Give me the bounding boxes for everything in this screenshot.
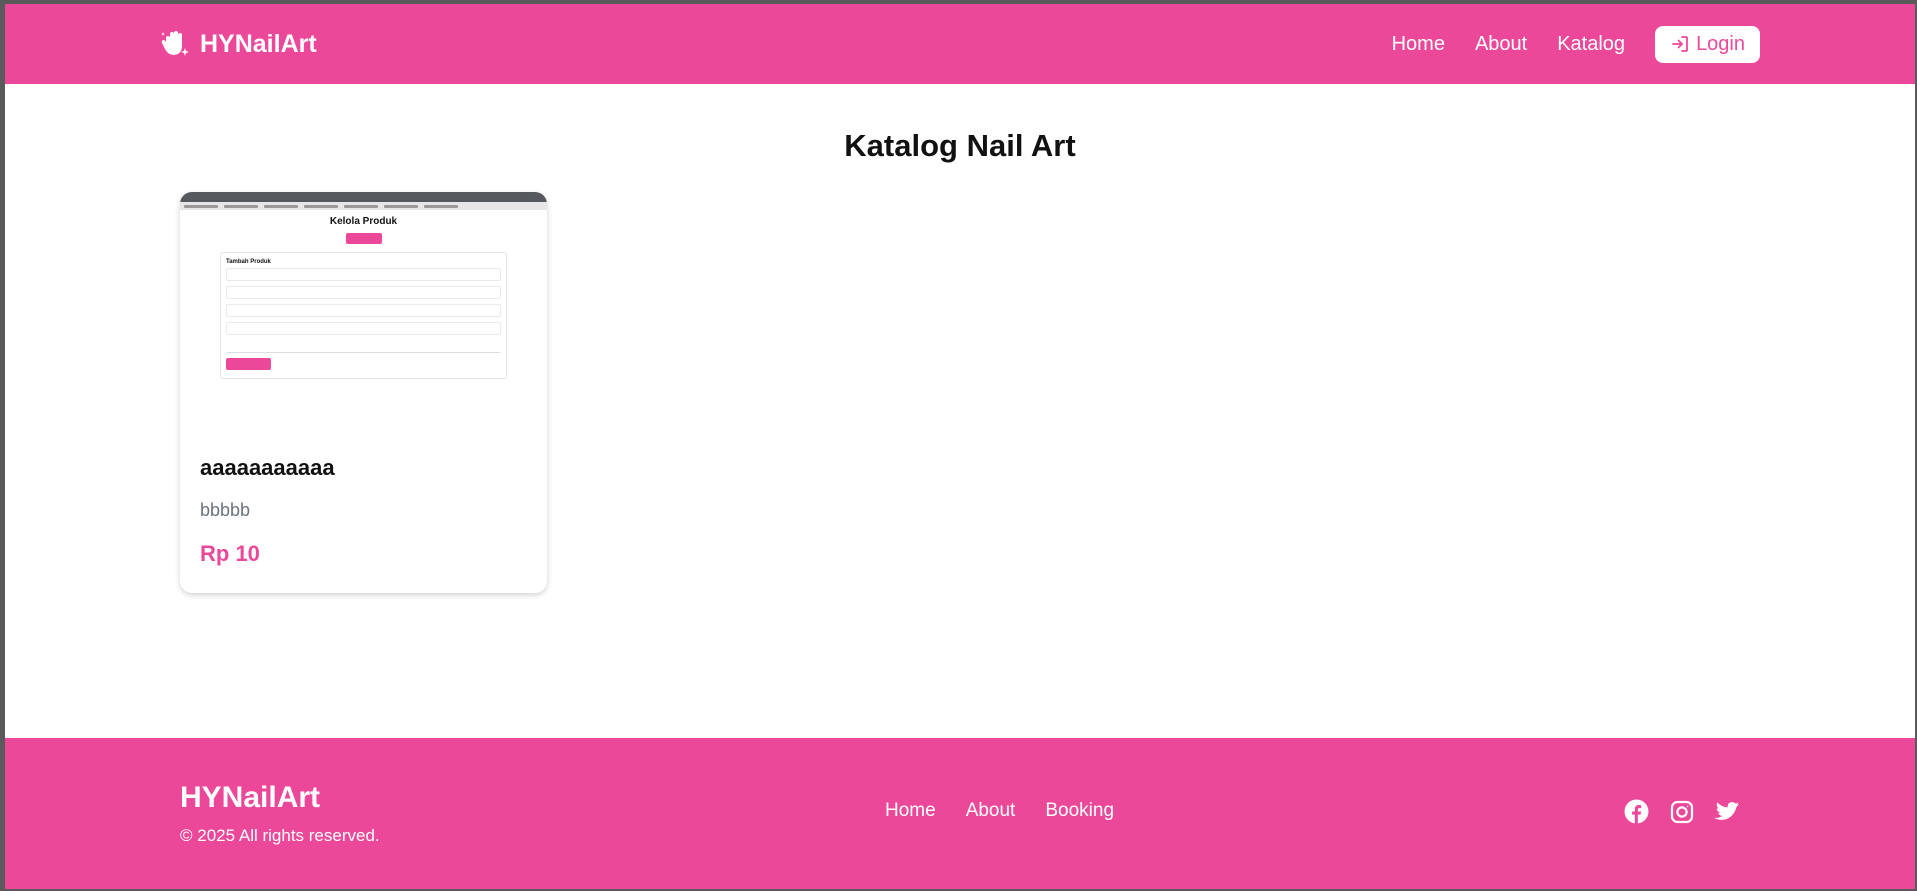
login-icon [1670, 34, 1690, 54]
product-price: Rp 10 [200, 541, 260, 566]
product-card-body: aaaaaaaaaaa bbbbb Rp 10 [180, 455, 547, 567]
login-label: Login [1696, 32, 1745, 55]
hand-sparkle-icon [160, 30, 190, 58]
footer: HYNailArt © 2025 All rights reserved. Ho… [5, 738, 1915, 889]
nav-home-link[interactable]: Home [1392, 33, 1445, 56]
browser-viewport: HYNailArt Home About Katalog Login Katal… [5, 4, 1915, 889]
product-description: bbbbb [200, 500, 251, 520]
login-button[interactable]: Login [1655, 25, 1760, 63]
thumb-header-button [345, 233, 382, 244]
twitter-icon[interactable] [1714, 799, 1739, 824]
nav-about-link[interactable]: About [1475, 33, 1527, 56]
thumb-form: Tambah Produk [220, 252, 507, 379]
page-title: Katalog Nail Art [844, 128, 1076, 163]
thumb-browser-bar [180, 192, 547, 202]
footer-booking-link[interactable]: Booking [1045, 800, 1114, 822]
footer-about-link[interactable]: About [966, 800, 1016, 822]
thumb-page-title: Kelola Produk [329, 216, 398, 227]
brand-name: HYNailArt [200, 29, 317, 58]
catalog-main: Katalog Nail Art Kelola Produk Tambah Pr… [5, 84, 1915, 738]
footer-copyright: © 2025 All rights reserved. [180, 826, 380, 845]
nav-katalog-link[interactable]: Katalog [1557, 33, 1625, 56]
thumb-submit-button [226, 358, 271, 370]
footer-home-link[interactable]: Home [885, 800, 936, 822]
product-card[interactable]: Kelola Produk Tambah Produk aaaaaaaaaaa … [180, 192, 547, 593]
thumb-bookmarks-bar [180, 202, 547, 210]
product-image: Kelola Produk Tambah Produk [180, 192, 547, 432]
navbar: HYNailArt Home About Katalog Login [5, 4, 1915, 84]
brand[interactable]: HYNailArt [160, 30, 317, 59]
product-name: aaaaaaaaaaa [200, 455, 335, 480]
instagram-icon[interactable] [1669, 799, 1694, 824]
footer-brand: HYNailArt [180, 781, 321, 814]
nav-links: Home About Katalog Login [1392, 25, 1760, 63]
footer-social [1624, 799, 1739, 824]
thumb-form-title: Tambah Produk [226, 259, 271, 265]
facebook-icon[interactable] [1624, 799, 1649, 824]
footer-links: Home About Booking [885, 800, 1114, 822]
